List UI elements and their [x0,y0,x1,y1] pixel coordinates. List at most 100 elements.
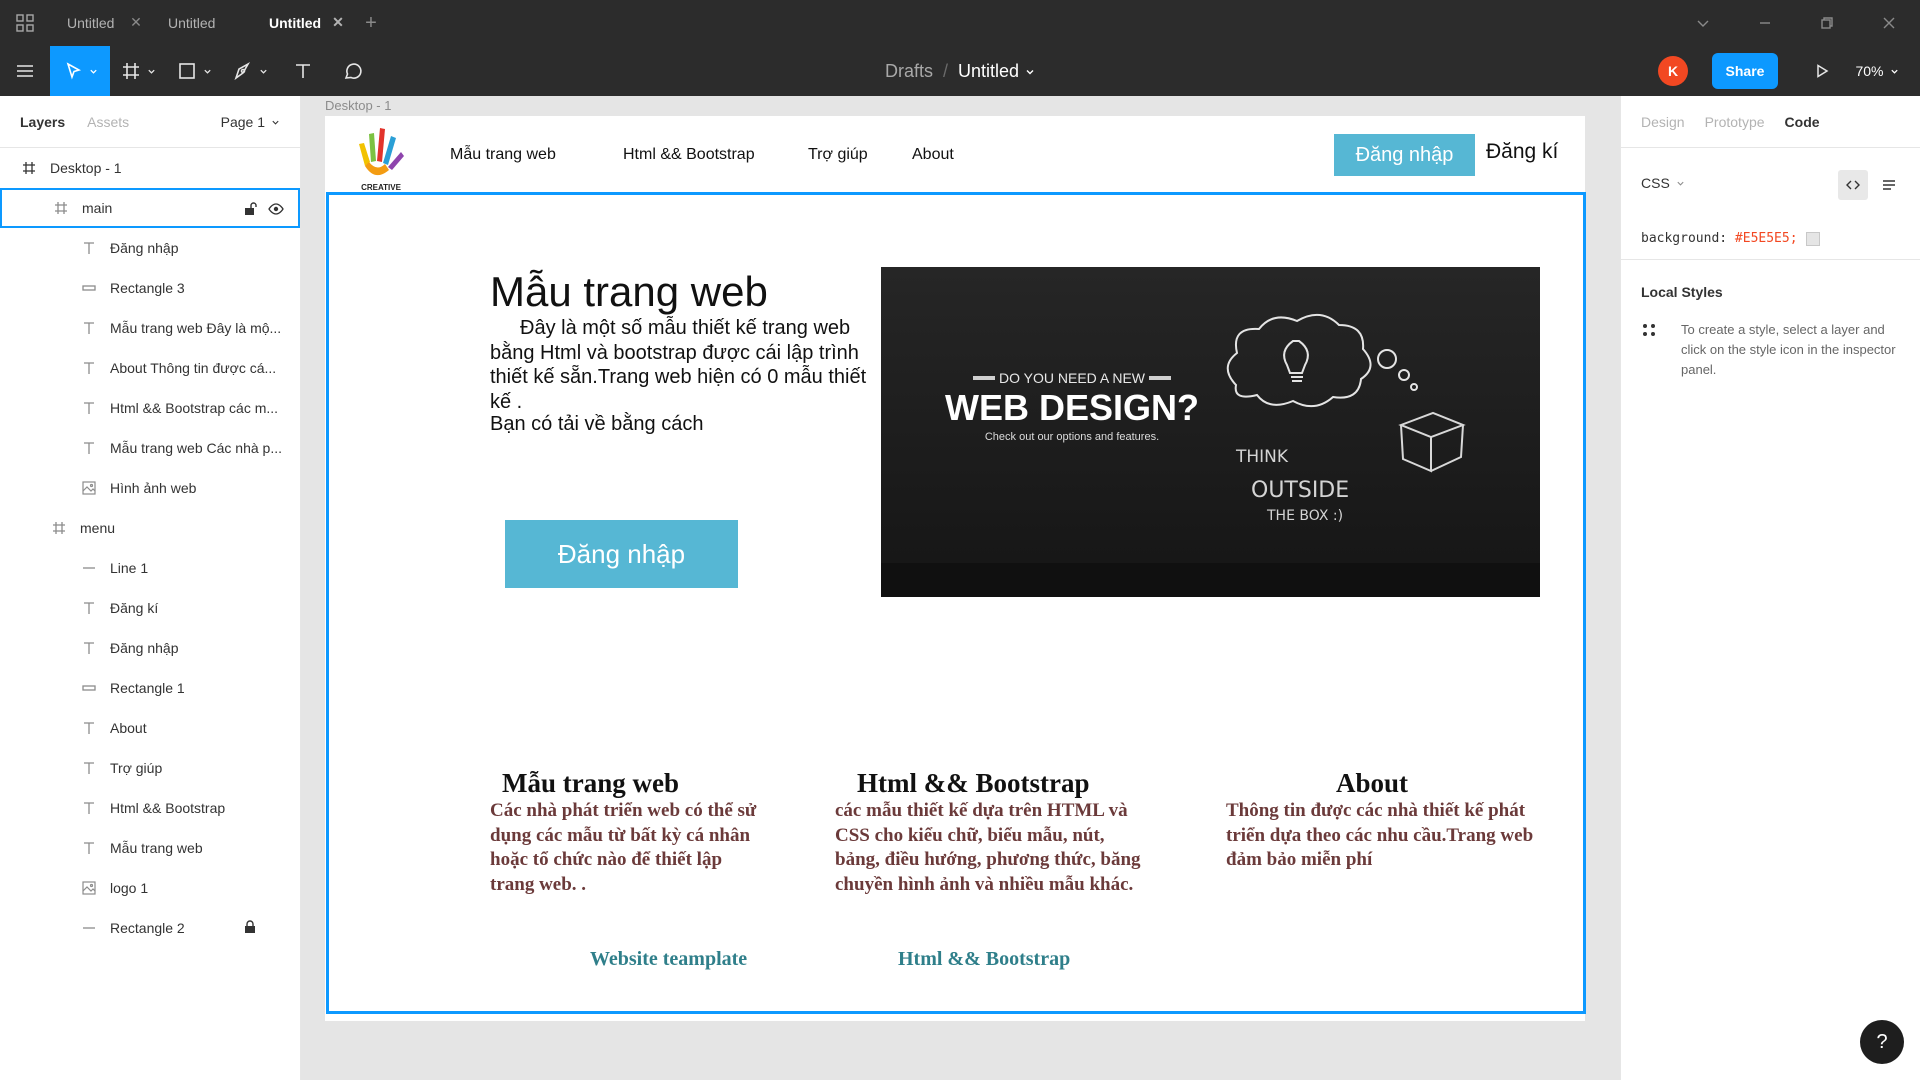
inspector-tabs: Design Prototype Code [1621,96,1920,148]
layer-item[interactable]: Đăng kí [0,588,300,628]
site-nav-help[interactable]: Trợ giúp [808,146,868,164]
help-button[interactable]: ? [1860,1020,1904,1064]
comment-tool-button[interactable] [328,46,378,96]
layer-item[interactable]: Html && Bootstrap các m... [0,388,300,428]
present-play-icon[interactable] [1802,46,1842,96]
layer-item[interactable]: About [0,708,300,748]
layer-item[interactable]: Đăng nhập [0,628,300,668]
file-tab-label: Untitled [269,15,322,31]
hero-body[interactable]: Đây là một số mẫu thiết kế trang web bằn… [490,316,870,414]
layer-item[interactable]: Hình ảnh web [0,468,300,508]
chevron-down-icon [90,69,97,74]
grid-menu-icon[interactable] [0,0,50,46]
feature-title: Html && Bootstrap [857,768,1090,798]
layer-item[interactable]: logo 1 [0,868,300,908]
minimize-icon[interactable] [1734,0,1796,46]
unlock-icon[interactable] [242,201,258,217]
layer-item[interactable]: Mẫu trang web [0,828,300,868]
hero-image[interactable]: DO YOU NEED A NEW WEB DESIGN? Check out … [881,267,1540,597]
layer-item[interactable]: Mẫu trang web Đây là mộ... [0,308,300,348]
language-label: CSS [1641,175,1670,191]
tab-code[interactable]: Code [1785,114,1820,130]
text-icon [296,64,310,78]
frame-tool-button[interactable] [110,46,166,96]
layer-item[interactable]: Rectangle 2 [0,908,300,948]
language-select[interactable]: CSS [1641,175,1670,191]
site-nav-about[interactable]: About [912,146,954,164]
site-logo[interactable] [355,122,407,192]
chevron-down-icon [1890,69,1898,74]
tabs-dropdown-icon[interactable] [1672,0,1734,46]
shape-tool-button[interactable] [166,46,222,96]
list-view-icon[interactable] [1874,170,1904,200]
image-layer-icon [80,879,98,897]
layer-item[interactable]: Line 1 [0,548,300,588]
layer-name: Rectangle 1 [110,680,185,696]
breadcrumb-drafts[interactable]: Drafts [885,61,933,82]
tab-prototype[interactable]: Prototype [1705,114,1765,130]
close-icon[interactable]: ✕ [331,15,345,29]
file-name: Untitled [958,60,1020,81]
share-button[interactable]: Share [1712,53,1778,89]
layer-name: Trợ giúp [110,760,163,776]
layer-name: Mẫu trang web Các nhà p... [110,440,282,456]
hero-title[interactable]: Mẫu trang web [490,268,768,316]
tab-assets[interactable]: Assets [87,114,129,130]
pen-tool-button[interactable] [222,46,278,96]
close-window-icon[interactable] [1858,0,1920,46]
layer-item[interactable]: Html && Bootstrap [0,788,300,828]
feature-link-html-bootstrap[interactable]: Html && Bootstrap [898,948,1070,971]
add-tab-icon[interactable]: + [353,0,389,46]
feature-html-bootstrap[interactable]: Html && Bootstrap các mẫu thiết kế dựa t… [835,768,1145,897]
layer-item[interactable]: Mẫu trang web Các nhà p... [0,428,300,468]
site-nav-templates[interactable]: Mẫu trang web [450,146,556,164]
tab-layers[interactable]: Layers [20,114,65,130]
text-layer-icon [80,319,98,337]
feature-about[interactable]: About Thông tin được các nhà thiết kế ph… [1226,768,1546,873]
layer-name: Đăng nhập [110,240,179,256]
file-tab-2[interactable]: Untitled [151,0,252,46]
layer-item[interactable]: Đăng nhập [0,228,300,268]
title-bar: Untitled ✕ Untitled Untitled ✕ + [0,0,1920,46]
lock-icon[interactable] [243,920,257,937]
layer-item[interactable]: About Thông tin được cá... [0,348,300,388]
tab-design[interactable]: Design [1641,114,1685,130]
layer-desktop-1[interactable]: Desktop - 1 [0,148,300,188]
rectangle-icon [179,63,195,79]
layer-name: Mẫu trang web [110,840,203,856]
file-tab-1[interactable]: Untitled ✕ [50,0,151,46]
image-think: THINK [1235,447,1289,467]
text-tool-button[interactable] [278,46,328,96]
site-login-button[interactable]: Đăng nhập [1334,134,1475,176]
hero-login-button[interactable]: Đăng nhập [505,520,738,588]
avatar[interactable]: K [1658,56,1688,86]
restore-icon[interactable] [1796,0,1858,46]
feature-link-templates[interactable]: Website teamplate [590,948,747,971]
layer-item[interactable]: Rectangle 3 [0,268,300,308]
move-tool-button[interactable] [50,46,110,96]
site-nav-html-bootstrap[interactable]: Html && Bootstrap [623,146,755,164]
text-layer-icon [80,719,98,737]
main-menu-icon[interactable] [0,46,50,96]
hero-body-2[interactable]: Bạn có tải về bằng cách [490,413,703,436]
file-tab-3-active[interactable]: Untitled ✕ [252,0,353,46]
cursor-icon [66,62,82,80]
layer-item[interactable]: Rectangle 1 [0,668,300,708]
css-code-line[interactable]: background: #E5E5E5; [1621,218,1920,260]
layer-main[interactable]: main [0,188,300,228]
eye-icon[interactable] [268,201,284,217]
frame-label[interactable]: Desktop - 1 [325,98,391,113]
code-view-icon[interactable] [1838,170,1868,200]
site-signup-link[interactable]: Đăng kí [1486,140,1558,164]
layer-item[interactable]: Trợ giúp [0,748,300,788]
chevron-down-icon[interactable] [1676,179,1685,188]
layer-name: Desktop - 1 [50,160,122,176]
zoom-menu[interactable]: 70% [1842,63,1912,79]
close-icon[interactable]: ✕ [129,15,143,29]
file-name-menu[interactable]: Untitled [958,61,1035,82]
page-selector[interactable]: Page 1 [221,114,280,130]
layer-menu[interactable]: menu [0,508,300,548]
rectangle-layer-icon [80,279,98,297]
text-layer-icon [80,439,98,457]
feature-templates[interactable]: Mẫu trang web Các nhà phát triển web có … [490,768,770,897]
